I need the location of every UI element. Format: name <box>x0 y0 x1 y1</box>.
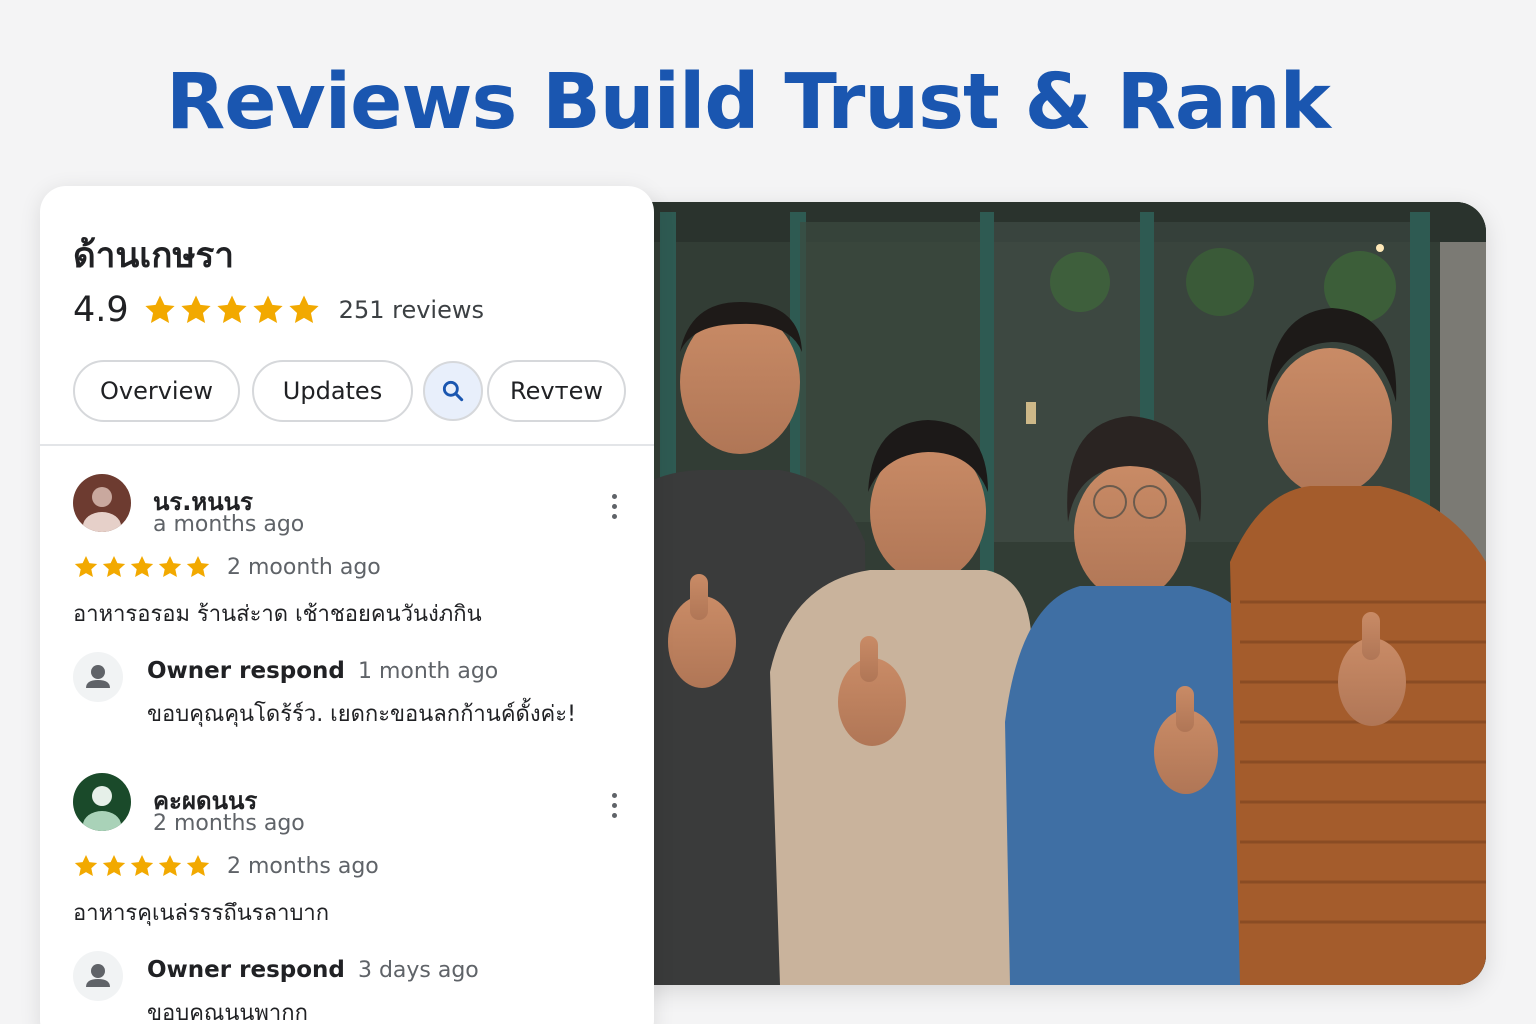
owner-avatar <box>73 652 123 702</box>
rating-value: 4.9 <box>73 290 129 330</box>
avatar[interactable] <box>73 474 131 532</box>
posted-time: 2 months ago <box>153 811 305 836</box>
review-count[interactable]: 251 reviews <box>339 296 484 324</box>
owner-response-text: ขอบคุณคุนโดร้ร์ว. เยดกะขอนลกก้านค์ดั้งค่… <box>147 702 576 727</box>
headline: Reviews Build Trust & Rank <box>166 58 1331 147</box>
divider <box>40 444 654 446</box>
owner-response-header: Owner respond 1 month ago <box>147 658 498 684</box>
family-photo <box>620 202 1486 985</box>
owner-label: Owner respond <box>147 957 345 983</box>
star-icon <box>130 555 154 577</box>
star-icon <box>181 295 211 324</box>
owner-response-text: ขอบคณนนพากก <box>147 1001 308 1024</box>
owner-label: Owner respond <box>147 658 345 684</box>
star-icon <box>145 295 175 324</box>
rating-time: 2 months ago <box>227 853 379 879</box>
review-stars <box>73 554 213 580</box>
tab-bar: Overview Updates Revтew <box>73 360 626 422</box>
rating-stars <box>143 293 323 327</box>
tab-updates[interactable]: Updates <box>252 360 413 422</box>
rating-summary: 4.9 251 reviews <box>73 290 484 330</box>
star-icon <box>289 295 319 324</box>
owner-time: 3 days ago <box>357 958 479 983</box>
business-name: ด้านเกษรา <box>73 236 234 276</box>
star-icon <box>102 854 126 876</box>
star-icon <box>102 555 126 577</box>
star-icon <box>74 854 98 876</box>
owner-time: 1 month ago <box>357 659 499 684</box>
business-reviews-card: ด้านเกษรา 4.9 251 reviews Overview Updat… <box>40 186 654 1024</box>
star-icon <box>253 295 283 324</box>
posted-time: a months ago <box>153 512 305 537</box>
star-icon <box>186 555 210 577</box>
tab-review[interactable]: Revтew <box>487 360 626 422</box>
review-item: คะผดนนร 2 months ago 2 months ago อาหารค… <box>73 773 633 1024</box>
star-icon <box>158 854 182 876</box>
owner-avatar <box>73 951 123 1001</box>
more-options-icon[interactable] <box>609 793 619 823</box>
review-rating: 2 moonth ago <box>73 554 381 580</box>
star-icon <box>74 555 98 577</box>
search-button[interactable] <box>423 361 483 421</box>
rating-time: 2 moonth ago <box>227 554 381 580</box>
star-icon <box>217 295 247 324</box>
star-icon <box>130 854 154 876</box>
review-text: อาหารอรอม ร้านส่ะาด เช้าชอยคนวันง่ภกิน <box>73 602 482 627</box>
star-icon <box>158 555 182 577</box>
search-icon <box>442 380 464 402</box>
tab-overview[interactable]: Overview <box>73 360 240 422</box>
more-options-icon[interactable] <box>609 494 619 524</box>
avatar[interactable] <box>73 773 131 831</box>
owner-response-header: Owner respond 3 days ago <box>147 957 479 983</box>
review-stars <box>73 853 213 879</box>
star-icon <box>186 854 210 876</box>
review-text: อาหารคุเนล่รรรถึนรลาบาก <box>73 901 330 926</box>
review-item: นร.หนนร a months ago 2 moonth ago อาหารอ… <box>73 474 633 734</box>
review-rating: 2 months ago <box>73 853 379 879</box>
